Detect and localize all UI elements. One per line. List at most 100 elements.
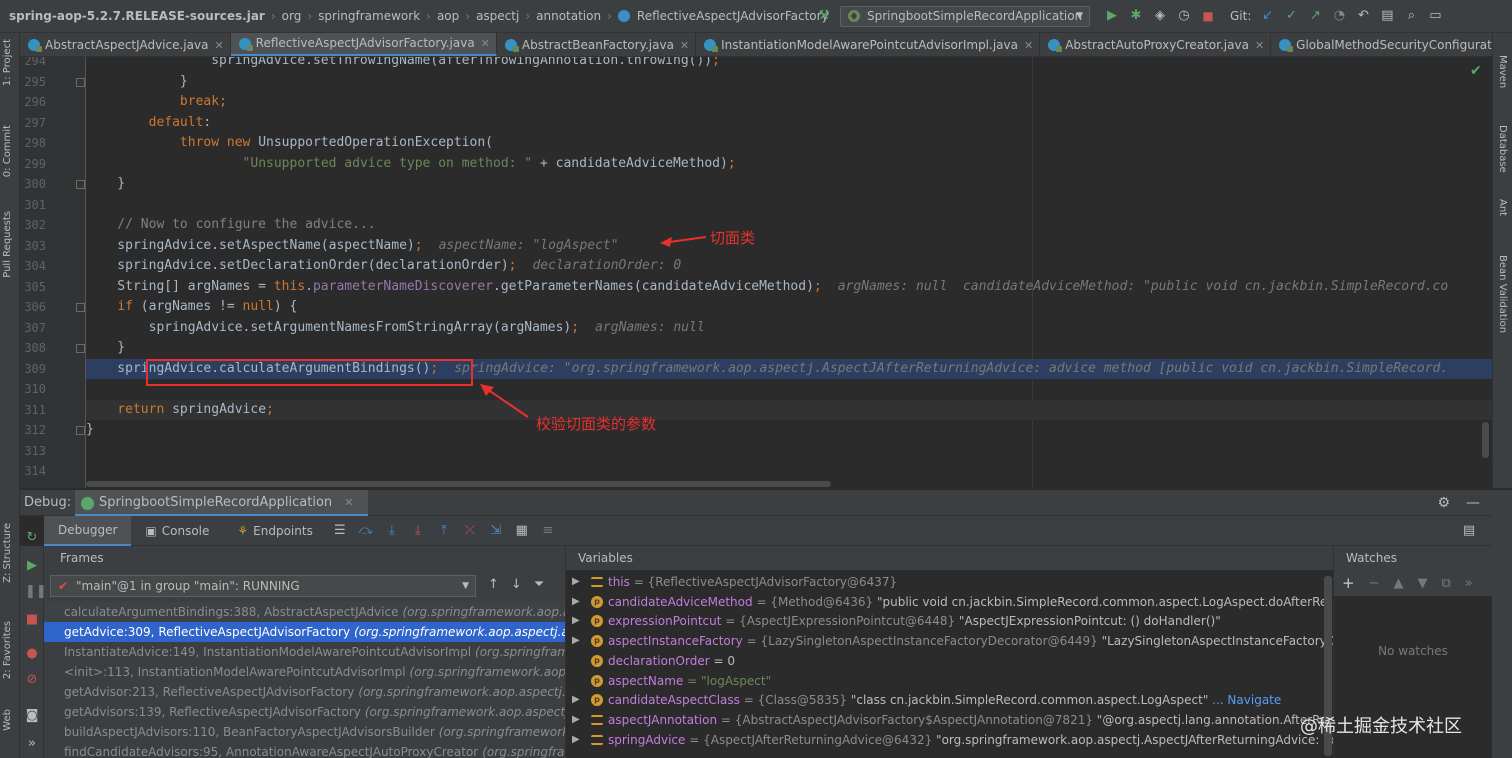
thread-select[interactable]: ✔ "main"@1 in group "main": RUNNING ▼: [50, 575, 476, 597]
variable-row[interactable]: ▶ p candidateAspectClass = {Class@5835} "c…: [566, 690, 1333, 710]
breadcrumb-item[interactable]: ReflectiveAspectJAdvisorFactory: [633, 9, 833, 23]
view-link[interactable]: ... Navigate: [1212, 693, 1281, 707]
stack-frame[interactable]: getAdvisors:139, ReflectiveAspectJAdviso…: [44, 702, 565, 722]
code-line[interactable]: springAdvice.setDeclarationOrder(declara…: [86, 256, 1492, 276]
close-icon[interactable]: ✕: [481, 33, 490, 55]
code-editor[interactable]: 294 295 296 297 298 299 300 301 302 303 304 305 306 3…: [20, 57, 1492, 488]
build-hammer-icon[interactable]: ⚒: [812, 8, 836, 24]
horizontal-scrollbar[interactable]: [86, 481, 831, 487]
gear-icon[interactable]: ⚙: [1437, 495, 1450, 511]
arrow-down-icon[interactable]: ↓: [511, 577, 522, 592]
code-line[interactable]: [86, 441, 1492, 461]
chevron-right-icon[interactable]: ▶: [572, 690, 580, 710]
view-breakpoints-icon[interactable]: ●: [25, 646, 39, 661]
arrow-down-icon[interactable]: ▼: [1417, 576, 1427, 591]
stop-icon[interactable]: ■: [25, 612, 39, 627]
editor-tab[interactable]: AbstractAutoProxyCreator.java ✕: [1040, 33, 1272, 57]
stack-frame[interactable]: getAdvisor:213, ReflectiveAspectJAdvisor…: [44, 682, 565, 702]
code-line[interactable]: [86, 195, 1492, 215]
code-line[interactable]: springAdvice.setThrowingName(afterThrowi…: [86, 57, 1492, 71]
breadcrumb-item[interactable]: springframework: [314, 9, 424, 23]
stack-frame[interactable]: findCandidateAdvisors:95, AnnotationAwar…: [44, 742, 565, 758]
copy-icon[interactable]: ⧉: [1441, 576, 1450, 591]
arrow-up-icon[interactable]: ↑: [488, 577, 499, 592]
editor-tab[interactable]: ReflectiveAspectJAdvisorFactory.java ✕: [230, 33, 497, 56]
debug-icon[interactable]: ✱: [1128, 8, 1144, 24]
code-line[interactable]: return springAdvice;: [86, 399, 1492, 420]
window-icon[interactable]: ▭: [1427, 8, 1443, 24]
tab-debugger[interactable]: Debugger: [44, 515, 132, 546]
code-line[interactable]: springAdvice.setArgumentNamesFromStringA…: [86, 318, 1492, 338]
variable-row[interactable]: ▶ aspectJAnnotation = {AbstractAspectJAdv…: [566, 710, 1333, 730]
camera-icon[interactable]: ◙: [25, 708, 39, 723]
fold-icon[interactable]: [76, 344, 85, 353]
close-icon[interactable]: ✕: [680, 34, 689, 57]
drop-frame-icon[interactable]: ⤫: [457, 523, 483, 538]
evaluate-icon[interactable]: ▦: [509, 523, 535, 538]
breadcrumb-item[interactable]: annotation: [532, 9, 605, 23]
mute-breakpoints-icon[interactable]: ⊘: [25, 672, 39, 687]
step-out-icon[interactable]: ⤒: [431, 523, 457, 538]
add-icon[interactable]: +: [1342, 574, 1355, 592]
more-icon[interactable]: »: [25, 736, 39, 751]
restore-layout-icon[interactable]: ▤: [1456, 523, 1482, 538]
editor-tab[interactable]: GlobalMethodSecurityConfiguration.java✕: [1271, 33, 1492, 56]
git-push-icon[interactable]: ↗: [1307, 8, 1323, 24]
run-config-select[interactable]: SpringbootSimpleRecordApplication ▼: [840, 6, 1090, 27]
git-update-icon[interactable]: ↙: [1259, 8, 1275, 24]
tool-commit[interactable]: 0: Commit: [2, 125, 13, 177]
more-icon[interactable]: »: [1465, 576, 1473, 591]
stack-frame[interactable]: calculateArgumentBindings:388, AbstractA…: [44, 602, 565, 622]
variable-row[interactable]: p aspectName = "logAspect": [566, 671, 1333, 691]
code-line[interactable]: break;: [86, 92, 1492, 112]
force-step-into-icon[interactable]: ⤓: [405, 523, 431, 538]
tab-endpoints[interactable]: ⚘ Endpoints: [223, 516, 326, 546]
debug-session-tab[interactable]: SpringbootSimpleRecordApplication ✕: [75, 490, 368, 516]
code-line[interactable]: // Now to configure the advice...: [86, 215, 1492, 235]
code-line[interactable]: }: [86, 174, 1492, 194]
tool-bean-validation[interactable]: Bean Validation: [1497, 255, 1508, 333]
fold-icon[interactable]: [76, 180, 85, 189]
coverage-icon[interactable]: ◈: [1152, 8, 1168, 24]
close-icon[interactable]: ✕: [344, 496, 353, 509]
code-line[interactable]: springAdvice.setAspectName(aspectName); a…: [86, 236, 1492, 256]
chevron-right-icon[interactable]: ▶: [572, 592, 580, 612]
variable-row[interactable]: ▶ springAdvice = {AspectJAfterReturningAd…: [566, 730, 1333, 750]
variable-row[interactable]: ▶ this = {ReflectiveAspectJAdvisorFactory…: [566, 572, 1333, 592]
tool-web[interactable]: Web: [2, 709, 13, 731]
breadcrumb-item[interactable]: org: [278, 9, 306, 23]
code-line[interactable]: throw new UnsupportedOperationException(: [86, 133, 1492, 153]
code-line[interactable]: }: [86, 338, 1492, 358]
code-line[interactable]: [86, 461, 1492, 481]
stack-frame[interactable]: getAdvice:309, ReflectiveAspectJAdvisorF…: [44, 622, 565, 642]
chevron-right-icon[interactable]: ▶: [572, 730, 580, 750]
tool-maven[interactable]: Maven: [1497, 55, 1508, 88]
step-over-icon[interactable]: ⤼: [353, 523, 379, 538]
breadcrumb-item[interactable]: spring-aop-5.2.7.RELEASE-sources.jar: [0, 9, 269, 23]
stack-frame[interactable]: <init>:113, InstantiationModelAwarePoint…: [44, 662, 565, 682]
breadcrumb-item[interactable]: aspectj: [472, 9, 523, 23]
pause-icon[interactable]: ❚❚: [25, 584, 47, 599]
code-line[interactable]: if (argNames != null) {: [86, 297, 1492, 317]
variable-row[interactable]: p declarationOrder = 0: [566, 651, 1333, 671]
editor-tab[interactable]: AbstractAspectJAdvice.java ✕: [20, 33, 231, 57]
profile-icon[interactable]: ◷: [1176, 8, 1192, 24]
tool-ant[interactable]: Ant: [1497, 199, 1508, 216]
close-icon[interactable]: ✕: [214, 34, 223, 57]
close-icon[interactable]: ✕: [1255, 34, 1264, 57]
chevron-right-icon[interactable]: ▶: [572, 611, 580, 631]
vertical-scrollbar[interactable]: [1482, 422, 1489, 458]
code-line[interactable]: "Unsupported advice type on method: " + …: [86, 154, 1492, 174]
chevron-right-icon[interactable]: ▶: [572, 710, 580, 730]
tool-project[interactable]: 1: Project: [2, 39, 13, 86]
rerun-icon[interactable]: ↻: [25, 530, 39, 545]
editor-tab[interactable]: InstantiationModelAwarePointcutAdvisorIm…: [696, 33, 1041, 56]
code-line[interactable]: default:: [86, 113, 1492, 133]
tool-structure[interactable]: Z: Structure: [2, 523, 13, 583]
code-line[interactable]: }: [86, 420, 1492, 440]
stop-icon[interactable]: ■: [1200, 8, 1216, 24]
variable-row[interactable]: ▶ p expressionPointcut = {AspectJExpressio…: [566, 611, 1333, 631]
filter-icon[interactable]: ⏷: [534, 577, 544, 592]
run-icon[interactable]: ▶: [1104, 8, 1120, 24]
history-icon[interactable]: ◔: [1331, 8, 1347, 24]
